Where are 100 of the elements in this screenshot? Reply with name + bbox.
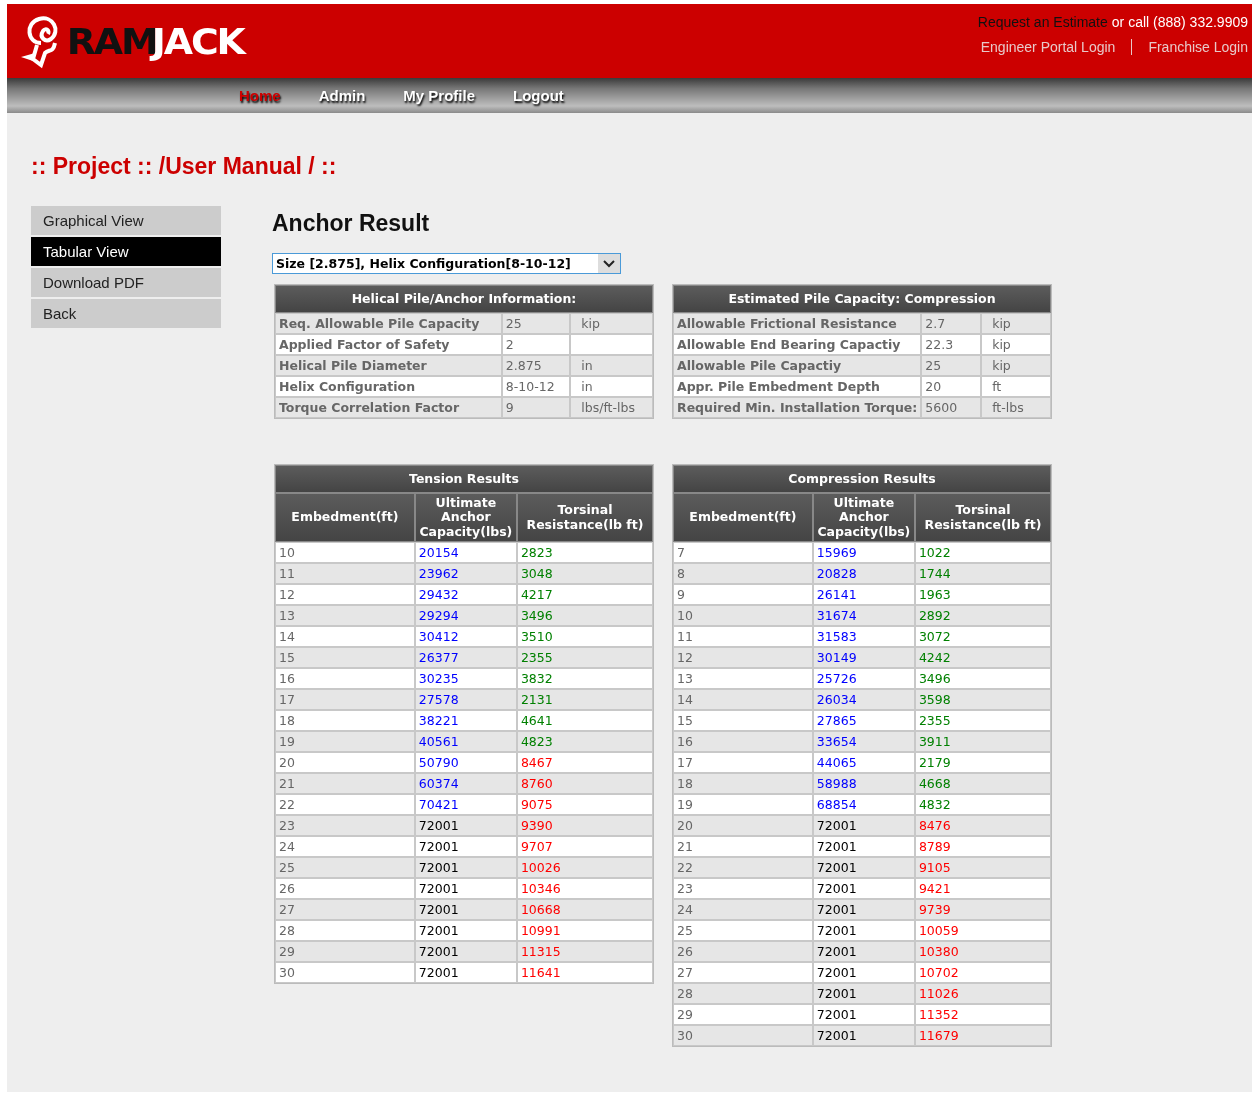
table-cell: 26141: [812, 584, 915, 606]
table-cell: Applied Factor of Safety: [275, 334, 502, 355]
table-cell: 22.3: [921, 334, 982, 355]
table-cell: 72001: [812, 878, 915, 900]
table-cell: 18: [673, 773, 813, 795]
table-cell: 3832: [516, 668, 653, 690]
table-cell: 2892: [914, 605, 1051, 627]
table-cell: 11315: [516, 941, 653, 963]
sidebar-item[interactable]: Tabular View: [31, 237, 221, 266]
table-cell: 11641: [516, 962, 653, 984]
breadcrumb: :: Project :: /User Manual / ::: [31, 153, 338, 180]
login-link[interactable]: Franchise Login: [1148, 39, 1248, 55]
column-header: Embedment(ft): [275, 493, 415, 543]
table-cell: 2355: [516, 647, 653, 669]
table-cell: 3911: [914, 731, 1051, 753]
table-cell: 30: [275, 962, 415, 984]
table-cell: 27: [673, 962, 813, 984]
table-cell: 15: [673, 710, 813, 732]
nav-link[interactable]: Logout: [494, 87, 583, 104]
table-cell: 2131: [516, 689, 653, 711]
table-cell: 17: [275, 689, 415, 711]
table-cell: 9075: [516, 794, 653, 816]
table-cell: 10380: [914, 941, 1051, 963]
nav-link[interactable]: Home: [220, 87, 300, 104]
table-cell: 2823: [516, 542, 653, 564]
table-cell: in: [570, 376, 653, 397]
table-cell: 2.875: [501, 355, 571, 376]
table-cell: 25: [275, 857, 415, 879]
table-cell: 50790: [414, 752, 517, 774]
table-cell: ft-lbs: [981, 397, 1051, 418]
table-cell: 72001: [812, 941, 915, 963]
estimate-link[interactable]: Request an Estimate: [977, 14, 1108, 30]
table-cell: 10: [673, 605, 813, 627]
table-cell: Helix Configuration: [275, 376, 502, 397]
table-cell: 17: [673, 752, 813, 774]
table-cell: 4641: [516, 710, 653, 732]
table-cell: 10346: [516, 878, 653, 900]
table-cell: 15969: [812, 542, 915, 564]
table-cell: 72001: [414, 899, 517, 921]
table-cell: 26: [673, 941, 813, 963]
table-cell: 3048: [516, 563, 653, 585]
column-header: Torsinal Resistance(lb ft): [516, 493, 653, 543]
table-cell: 9421: [914, 878, 1051, 900]
login-link[interactable]: Engineer Portal Login: [980, 39, 1116, 55]
table-cell: 72001: [812, 983, 915, 1005]
table-cell: 4832: [914, 794, 1051, 816]
table-cell: 11679: [914, 1025, 1051, 1047]
table-cell: 20: [673, 815, 813, 837]
table-cell: 72001: [812, 815, 915, 837]
table-cell: 11352: [914, 1004, 1051, 1026]
sidebar-item[interactable]: Download PDF: [31, 268, 221, 297]
table-cell: 31583: [812, 626, 915, 648]
table-cell: 29: [275, 941, 415, 963]
table-cell: 27578: [414, 689, 517, 711]
table-cell: 29: [673, 1004, 813, 1026]
table-cell: 72001: [414, 857, 517, 879]
table-cell: 72001: [414, 815, 517, 837]
table-cell: Allowable End Bearing Capactiy: [673, 334, 922, 355]
table-cell: 72001: [812, 1025, 915, 1047]
table-cell: 25: [921, 355, 982, 376]
table-cell: 72001: [414, 941, 517, 963]
table-cell: 33654: [812, 731, 915, 753]
table-cell: Required Min. Installation Torque:: [673, 397, 922, 418]
nav-link[interactable]: My Profile: [384, 87, 495, 104]
table-cell: 8-10-12: [501, 376, 571, 397]
table-cell: 4217: [516, 584, 653, 606]
table-cell: 1744: [914, 563, 1051, 585]
table-cell: 29432: [414, 584, 517, 606]
table-cell: 13: [275, 605, 415, 627]
sidebar-item[interactable]: Back: [31, 299, 221, 328]
table-cell: 72001: [812, 836, 915, 858]
table-cell: lbs/ft-lbs: [570, 397, 653, 418]
table-cell: 8760: [516, 773, 653, 795]
table-cell: 10059: [914, 920, 1051, 942]
table-cell: 30149: [812, 647, 915, 669]
table-cell: 4242: [914, 647, 1051, 669]
table-cell: 16: [673, 731, 813, 753]
nav-link[interactable]: Admin: [299, 87, 385, 104]
table-cell: 22: [673, 857, 813, 879]
table-cell: 72001: [414, 962, 517, 984]
table-cell: 11: [673, 626, 813, 648]
table-cell: Helical Pile Diameter: [275, 355, 502, 376]
table-cell: kip: [570, 313, 653, 334]
sidebar-item[interactable]: Graphical View: [31, 206, 221, 235]
table-cell: 9707: [516, 836, 653, 858]
table-cell: 9105: [914, 857, 1051, 879]
table-cell: 29294: [414, 605, 517, 627]
column-header: Ultimate Anchor Capacity(lbs): [414, 493, 517, 543]
table-cell: Torque Correlation Factor: [275, 397, 502, 418]
table-cell: 9: [673, 584, 813, 606]
table-cell: 72001: [812, 857, 915, 879]
size-select[interactable]: Size [2.875], Helix Configuration[8-10-12]: [272, 253, 621, 274]
table-cell: 28: [275, 920, 415, 942]
table-cell: 20: [921, 376, 982, 397]
table-cell: 24: [673, 899, 813, 921]
table-cell: 8467: [516, 752, 653, 774]
table-cell: 10: [275, 542, 415, 564]
table-cell: 10991: [516, 920, 653, 942]
table-cell: 27865: [812, 710, 915, 732]
page-title: Anchor Result: [272, 210, 431, 237]
